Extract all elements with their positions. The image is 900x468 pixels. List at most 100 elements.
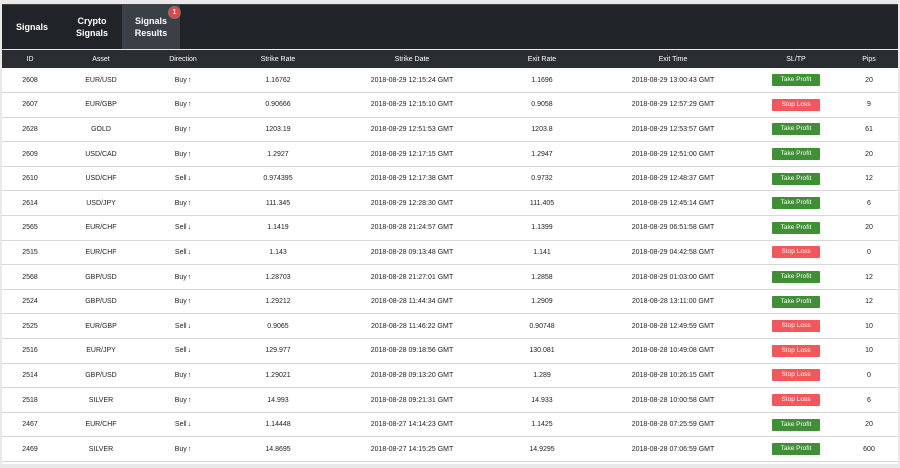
take-profit-button[interactable]: Take Profit (772, 123, 820, 136)
column-header-sl-tp: SL/TP (786, 55, 806, 63)
cell-exit-rate: 0.90748 (529, 322, 555, 330)
cell-strike-date: 2018-08-28 09:13:20 GMT (370, 371, 454, 379)
direction-label: Buy (174, 125, 187, 133)
stop-loss-button[interactable]: Stop Loss (772, 320, 820, 333)
cell-id: 2515 (22, 248, 38, 256)
stop-loss-button[interactable]: Stop Loss (772, 344, 820, 357)
cell-exit-rate: 1.2858 (531, 273, 553, 281)
column-header-exit-rate: Exit Rate (527, 55, 557, 63)
cell-sl-tp: Take Profit (752, 289, 840, 314)
arrow-up-icon: ↑ (187, 371, 192, 379)
cell-direction: Buy↑ (144, 388, 222, 413)
table-row: 2628 GOLD Buy↑ 1203.19 2018-08-29 12:51:53 G… (2, 117, 898, 142)
direction-label: Buy (174, 101, 187, 109)
stop-loss-button[interactable]: Stop Loss (772, 246, 820, 259)
cell-pips: 12 (865, 273, 873, 281)
take-profit-button[interactable]: Take Profit (772, 443, 820, 456)
cell-sl-tp: Take Profit (752, 265, 840, 290)
take-profit-button[interactable]: Take Profit (772, 221, 820, 234)
cell-asset: EUR/CHF (85, 248, 117, 256)
tab-crypto-signals[interactable]: Crypto Signals (62, 5, 122, 49)
cell-asset: GBP/USD (85, 371, 117, 379)
cell-direction: Buy↑ (144, 117, 222, 142)
arrow-up-icon: ↑ (187, 298, 192, 306)
cell-strike-date: 2018-08-29 12:17:15 GMT (370, 150, 454, 158)
stop-loss-button[interactable]: Stop Loss (772, 98, 820, 111)
cell-sl-tp: Take Profit (752, 191, 840, 216)
take-profit-button[interactable]: Take Profit (772, 74, 820, 87)
cell-sl-tp: Take Profit (752, 166, 840, 191)
cell-sl-tp: Stop Loss (752, 314, 840, 339)
cell-strike-rate: 111.345 (265, 199, 291, 207)
table-row: 2518 SILVER Buy↑ 14.993 2018-08-28 09:21:31 … (2, 388, 898, 413)
cell-exit-time: 2018-08-29 13:00:43 GMT (631, 76, 715, 84)
cell-strike-date: 2018-08-27 14:14:23 GMT (370, 421, 454, 429)
cell-strike-date: 2018-08-28 11:46:22 GMT (371, 322, 453, 330)
take-profit-button[interactable]: Take Profit (772, 197, 820, 210)
tab-results-label-line1: Signals (134, 16, 167, 26)
cell-direction: Sell↓ (144, 412, 222, 437)
cell-id: 2565 (22, 224, 38, 232)
cell-pips: 20 (865, 150, 873, 158)
direction-label: Buy (174, 76, 187, 84)
cell-strike-rate: 1.16762 (265, 76, 291, 84)
cell-id: 2628 (22, 125, 38, 133)
cell-id: 2514 (22, 371, 38, 379)
arrow-down-icon: ↓ (187, 421, 192, 429)
cell-exit-time: 2018-08-28 07:25:59 GMT (631, 421, 715, 429)
cell-strike-date: 2018-08-28 09:21:31 GMT (370, 396, 454, 404)
signals-results-table: ID Asset Direction Strike Rate Strike Date Ex… (2, 50, 898, 462)
cell-exit-rate: 0.9732 (531, 175, 553, 183)
take-profit-button[interactable]: Take Profit (772, 295, 820, 308)
cell-asset: GBP/USD (85, 273, 117, 281)
take-profit-button[interactable]: Take Profit (772, 172, 820, 185)
take-profit-button[interactable]: Take Profit (772, 418, 820, 431)
arrow-down-icon: ↓ (187, 175, 192, 183)
cell-sl-tp: Take Profit (752, 142, 840, 167)
cell-id: 2524 (22, 298, 38, 306)
table-row: 2467 EUR/CHF Sell↓ 1.14448 2018-08-27 14:14:… (2, 412, 898, 437)
cell-asset: USD/JPY (86, 199, 116, 207)
cell-sl-tp: Take Profit (752, 117, 840, 142)
cell-strike-date: 2018-08-29 12:51:53 GMT (370, 125, 454, 133)
cell-exit-rate: 130.081 (529, 347, 555, 355)
cell-exit-time: 2018-08-29 01:03:00 GMT (631, 273, 715, 281)
cell-strike-rate: 14.993 (267, 396, 289, 404)
cell-pips: 0 (867, 371, 871, 379)
cell-exit-time: 2018-08-28 10:26:15 GMT (631, 371, 715, 379)
direction-label: Sell (174, 322, 187, 330)
cell-pips: 600 (863, 445, 875, 453)
cell-direction: Buy↑ (144, 265, 222, 290)
cell-asset: USD/CHF (85, 175, 117, 183)
cell-direction: Sell↓ (144, 166, 222, 191)
column-header-pips: Pips (862, 55, 876, 63)
cell-strike-date: 2018-08-29 12:17:38 GMT (370, 175, 454, 183)
cell-id: 2516 (22, 347, 38, 355)
cell-exit-time: 2018-08-28 10:00:58 GMT (631, 396, 715, 404)
cell-id: 2608 (22, 76, 38, 84)
cell-exit-rate: 111.405 (529, 199, 555, 207)
cell-strike-rate: 0.974395 (263, 175, 293, 183)
table-body: 2608 EUR/USD Buy↑ 1.16762 2018-08-29 12:15:2… (2, 68, 898, 462)
tab-signals[interactable]: Signals (2, 5, 62, 49)
tab-crypto-label-line1: Crypto (77, 16, 107, 26)
direction-label: Buy (174, 273, 187, 281)
cell-pips: 20 (865, 421, 873, 429)
stop-loss-button[interactable]: Stop Loss (772, 394, 820, 407)
arrow-up-icon: ↑ (187, 76, 192, 84)
arrow-up-icon: ↑ (187, 273, 192, 281)
take-profit-button[interactable]: Take Profit (772, 271, 820, 284)
take-profit-button[interactable]: Take Profit (772, 148, 820, 161)
cell-id: 2607 (22, 101, 38, 109)
stop-loss-button[interactable]: Stop Loss (772, 369, 820, 382)
column-header-direction: Direction (169, 55, 197, 63)
cell-exit-rate: 1.289 (533, 371, 551, 379)
cell-exit-rate: 1203.8 (531, 125, 553, 133)
direction-label: Buy (174, 371, 187, 379)
table-row: 2610 USD/CHF Sell↓ 0.974395 2018-08-29 12:17… (2, 166, 898, 191)
cell-direction: Buy↑ (144, 191, 222, 216)
direction-label: Sell (174, 421, 187, 429)
cell-asset: EUR/CHF (85, 421, 117, 429)
cell-sl-tp: Stop Loss (752, 339, 840, 364)
tab-signals-results[interactable]: Signals Results 1 (122, 5, 180, 49)
